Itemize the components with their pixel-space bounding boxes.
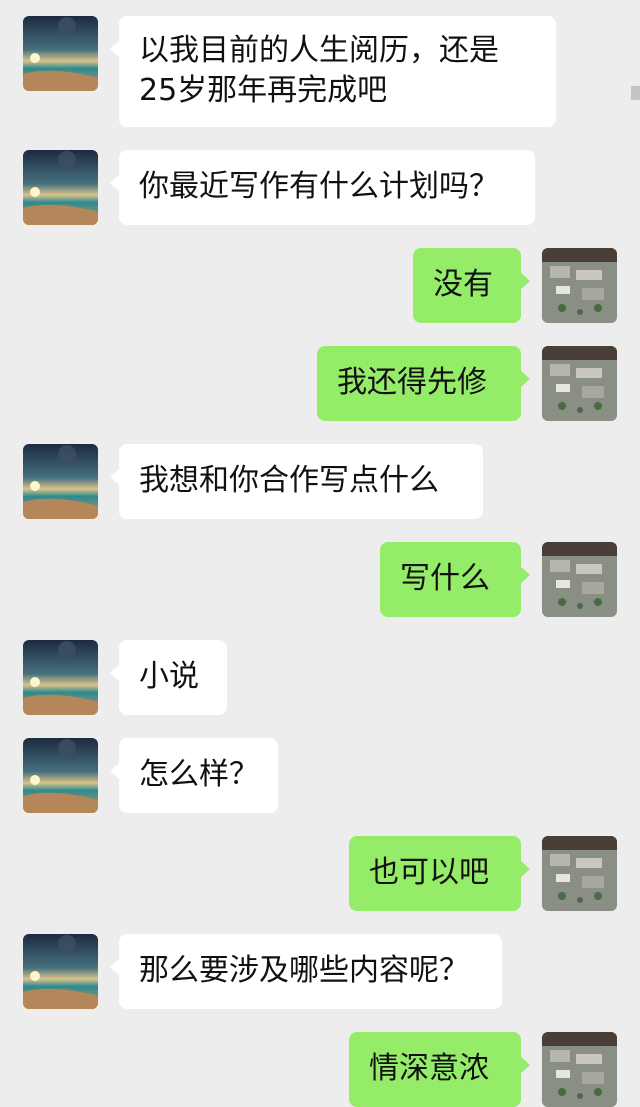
aerial-town-avatar-icon (542, 1032, 617, 1107)
contact-avatar[interactable] (23, 16, 98, 91)
contact-avatar[interactable] (23, 640, 98, 715)
seascape-avatar-icon (23, 16, 98, 91)
contact-avatar[interactable] (23, 738, 98, 813)
chat-thread: 以我目前的人生阅历，还是 25岁那年再完成吧 你最近写作有什么计划吗？ 没有 我… (0, 0, 640, 1107)
aerial-town-avatar-icon (542, 346, 617, 421)
message-bubble[interactable]: 你最近写作有什么计划吗？ (110, 150, 535, 225)
seascape-avatar-icon (23, 738, 98, 813)
seascape-avatar-icon (23, 150, 98, 225)
message-bubble[interactable]: 以我目前的人生阅历，还是 25岁那年再完成吧 (110, 16, 556, 127)
seascape-avatar-icon (23, 934, 98, 1009)
contact-avatar[interactable] (23, 150, 98, 225)
aerial-town-avatar-icon (542, 248, 617, 323)
message-bubble[interactable]: 怎么样？ (110, 738, 278, 813)
message-bubble[interactable]: 那么要涉及哪些内容呢？ (110, 934, 502, 1009)
aerial-town-avatar-icon (542, 542, 617, 617)
message-bubble[interactable]: 小说 (110, 640, 227, 715)
contact-avatar[interactable] (23, 934, 98, 1009)
self-avatar[interactable] (542, 542, 617, 617)
scroll-indicator[interactable] (631, 86, 640, 100)
aerial-town-avatar-icon (542, 836, 617, 911)
message-bubble[interactable]: 写什么 (380, 542, 530, 617)
self-avatar[interactable] (542, 248, 617, 323)
contact-avatar[interactable] (23, 444, 98, 519)
message-bubble[interactable]: 我还得先修 (317, 346, 530, 421)
self-avatar[interactable] (542, 1032, 617, 1107)
seascape-avatar-icon (23, 444, 98, 519)
message-bubble[interactable]: 情深意浓 (349, 1032, 530, 1107)
message-bubble[interactable]: 我想和你合作写点什么 (110, 444, 483, 519)
self-avatar[interactable] (542, 346, 617, 421)
seascape-avatar-icon (23, 640, 98, 715)
message-bubble[interactable]: 也可以吧 (349, 836, 530, 911)
self-avatar[interactable] (542, 836, 617, 911)
message-bubble[interactable]: 没有 (413, 248, 530, 323)
